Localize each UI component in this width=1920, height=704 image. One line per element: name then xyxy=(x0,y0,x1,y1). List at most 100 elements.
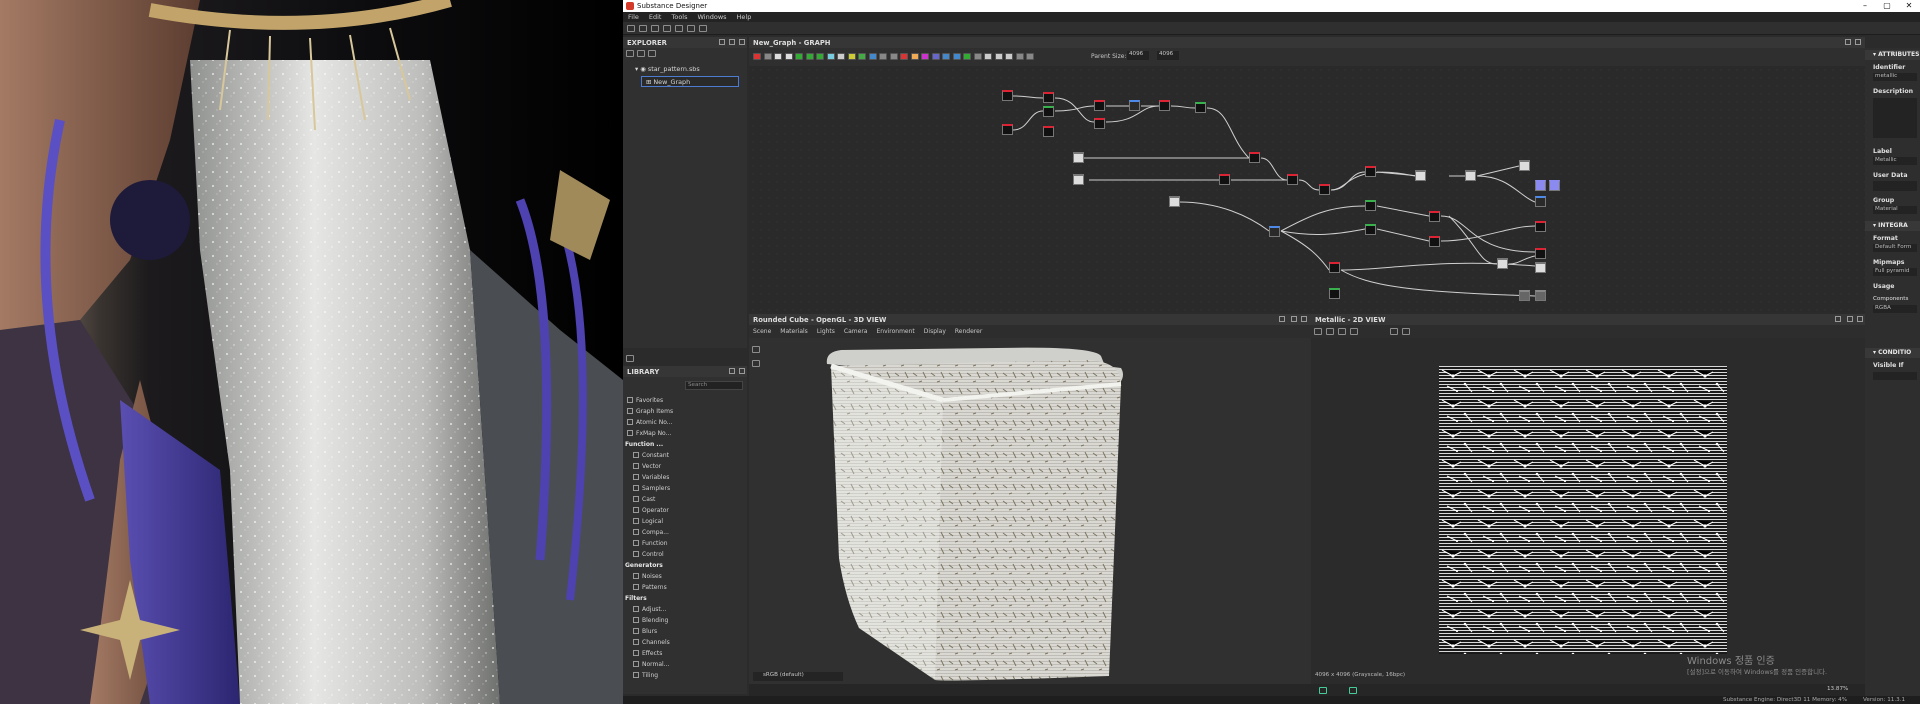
graph-node[interactable] xyxy=(1319,184,1330,195)
graph-node[interactable] xyxy=(1073,174,1084,185)
graph-node[interactable] xyxy=(1287,174,1298,185)
library-item[interactable]: Samplers xyxy=(633,485,681,495)
graph-node-type-icon[interactable] xyxy=(763,53,772,60)
library-item[interactable]: Blending xyxy=(633,617,681,627)
minimize-button[interactable]: – xyxy=(1855,1,1875,10)
graph-node-type-icon[interactable] xyxy=(942,53,950,60)
explorer-new-icon[interactable] xyxy=(626,50,634,57)
zoom-level[interactable]: 13.87% xyxy=(1827,686,1848,692)
graph-node-type-icon[interactable] xyxy=(784,53,793,60)
graph-node-type-icon[interactable] xyxy=(879,53,887,60)
graph-node[interactable] xyxy=(1429,211,1440,222)
graph-node-type-icon[interactable] xyxy=(847,53,856,60)
menu-help[interactable]: Help xyxy=(732,12,757,22)
integration-section-header[interactable]: ▾ INTEGRA xyxy=(1865,221,1920,231)
graph-node-type-icon[interactable] xyxy=(795,53,803,60)
graph-node[interactable] xyxy=(1043,106,1054,117)
graph-node-type-icon[interactable] xyxy=(994,53,1003,60)
format-dropdown[interactable]: Default Form xyxy=(1873,244,1917,252)
graph-node-type-icon[interactable] xyxy=(900,53,908,60)
library-item[interactable]: Cast xyxy=(633,496,681,506)
view3d-close-icon[interactable] xyxy=(1301,316,1307,322)
graph-node[interactable] xyxy=(1535,221,1546,232)
menu-tools[interactable]: Tools xyxy=(666,12,692,22)
library-item[interactable]: Normal... xyxy=(633,661,681,671)
channel-icon[interactable] xyxy=(1319,687,1327,694)
width-dropdown[interactable]: 4096 xyxy=(1127,51,1149,60)
graph-node[interactable] xyxy=(1465,170,1476,181)
library-item[interactable]: Graph Items xyxy=(627,408,675,418)
graph-node[interactable] xyxy=(1169,196,1180,207)
explorer-bottom-icon[interactable] xyxy=(626,355,634,362)
graph-node[interactable] xyxy=(1535,262,1546,273)
library-item[interactable]: Compa... xyxy=(633,529,681,539)
graph-node-type-icon[interactable] xyxy=(921,53,929,60)
description-field[interactable] xyxy=(1873,98,1917,138)
library-item[interactable]: Operator xyxy=(633,507,681,517)
graph-node[interactable] xyxy=(1094,118,1105,129)
view2d-copy-icon[interactable] xyxy=(1326,328,1334,335)
graph-node-type-icon[interactable] xyxy=(753,53,761,60)
library-item[interactable]: Tiling xyxy=(633,672,681,682)
view3d-tab-renderer[interactable]: Renderer xyxy=(951,325,986,338)
graph-node[interactable] xyxy=(1002,90,1013,101)
identifier-field[interactable]: metallic xyxy=(1873,73,1917,81)
graph-node[interactable] xyxy=(1365,166,1376,177)
view2d-fit-icon[interactable] xyxy=(1314,328,1322,335)
close-panel-icon[interactable] xyxy=(739,39,745,45)
undo-icon[interactable] xyxy=(687,25,695,32)
maximize-button[interactable]: ▢ xyxy=(1877,1,1897,10)
library-category[interactable]: Function ... xyxy=(625,441,663,448)
graph-node-type-icon[interactable] xyxy=(963,53,971,60)
graph-node-type-icon[interactable] xyxy=(984,53,992,60)
graph-node-type-icon[interactable] xyxy=(868,53,877,60)
view3d-viewport[interactable]: sRGB (default) xyxy=(749,338,1311,684)
library-category[interactable]: Filters xyxy=(625,595,647,602)
view2d-tile-icon[interactable] xyxy=(1350,328,1358,335)
library-item[interactable]: Effects xyxy=(633,650,681,660)
conditions-section-header[interactable]: ▾ CONDITIO xyxy=(1865,348,1920,358)
view2d-close-icon[interactable] xyxy=(1857,316,1863,322)
explorer-settings-icon[interactable] xyxy=(637,50,645,57)
graph-close-icon[interactable] xyxy=(1855,39,1861,45)
library-item[interactable]: Constant xyxy=(633,452,681,462)
view3d-tab-environment[interactable]: Environment xyxy=(872,325,918,338)
library-item[interactable]: Control xyxy=(633,551,681,561)
graph-node-type-icon[interactable] xyxy=(774,53,782,60)
graph-node-type-icon[interactable] xyxy=(858,53,866,60)
library-item[interactable]: Blurs xyxy=(633,628,681,638)
view3d-tab-scene[interactable]: Scene xyxy=(749,325,775,338)
graph-node[interactable] xyxy=(1519,290,1530,301)
view2d-save-icon[interactable] xyxy=(1338,328,1346,335)
close-button[interactable]: ✕ xyxy=(1899,1,1919,10)
view-mode-icon[interactable] xyxy=(1349,687,1357,694)
mipmaps-dropdown[interactable]: Full pyramid xyxy=(1873,268,1917,276)
library-item[interactable]: Atomic No... xyxy=(627,419,675,429)
view2d-float-icon[interactable] xyxy=(1847,316,1853,322)
library-float-icon[interactable] xyxy=(729,368,735,374)
library-item[interactable]: Adjust... xyxy=(633,606,681,616)
graph-node-type-icon[interactable] xyxy=(826,53,835,60)
graph-node[interactable] xyxy=(1329,262,1340,273)
graph-node-type-icon[interactable] xyxy=(1015,53,1024,60)
graph-node-type-icon[interactable] xyxy=(1005,53,1013,60)
graph-node[interactable] xyxy=(1219,174,1230,185)
graph-node[interactable] xyxy=(1365,200,1376,211)
library-item[interactable]: Channels xyxy=(633,639,681,649)
graph-node[interactable] xyxy=(1129,100,1140,111)
view3d-tab-display[interactable]: Display xyxy=(920,325,950,338)
library-search-input[interactable]: Search xyxy=(685,381,743,390)
save-icon[interactable] xyxy=(663,25,671,32)
attributes-section-header[interactable]: ▾ ATTRIBUTES xyxy=(1865,50,1920,60)
graph-node[interactable] xyxy=(1094,100,1105,111)
graph-node-type-icon[interactable] xyxy=(1026,53,1034,60)
view2d-histogram-icon[interactable] xyxy=(1402,328,1410,335)
graph-node[interactable] xyxy=(1073,152,1084,163)
graph-node[interactable] xyxy=(1535,196,1546,207)
user-data-field[interactable] xyxy=(1873,181,1917,191)
graph-float-icon[interactable] xyxy=(1845,39,1851,45)
graph-node[interactable] xyxy=(1329,288,1340,299)
graph-node[interactable] xyxy=(1195,102,1206,113)
graph-node[interactable] xyxy=(1043,126,1054,137)
graph-node[interactable] xyxy=(1429,236,1440,247)
